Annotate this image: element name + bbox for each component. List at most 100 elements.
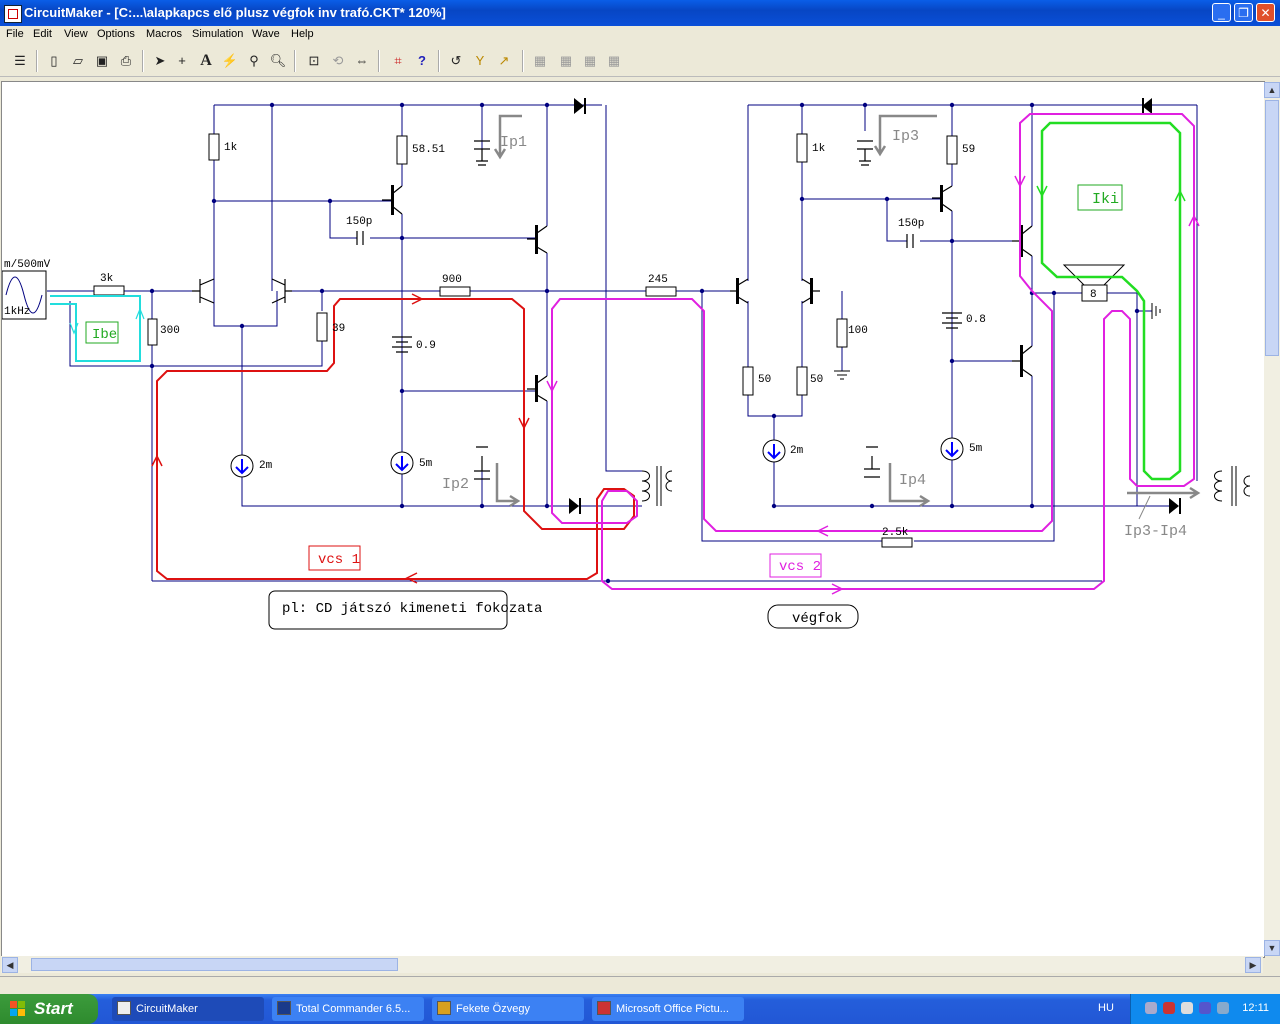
res-100-label: 100 <box>848 325 868 337</box>
reset-icon[interactable]: ↺ <box>446 51 466 71</box>
bat-08-label: 0.8 <box>966 314 986 326</box>
source-amplitude-label: m/500mV <box>4 259 51 271</box>
scroll-up-icon[interactable]: ▲ <box>1264 82 1280 98</box>
step-icon[interactable]: Y <box>470 51 490 71</box>
analysis-4-icon[interactable]: ▦ <box>604 51 624 71</box>
clock: 12:11 <box>1242 1002 1269 1014</box>
window-title: CircuitMaker - [C:...\alapkapcs elő plus… <box>24 5 446 20</box>
menu-help[interactable]: Help <box>291 28 314 40</box>
system-tray: 12:11 <box>1130 994 1280 1024</box>
scroll-left-icon[interactable]: ◀ <box>2 957 18 973</box>
arrow-tool-icon[interactable]: ➤ <box>150 51 170 71</box>
taskbar: Start CircuitMaker Total Commander 6.5..… <box>0 994 1280 1024</box>
save-icon[interactable]: ▣ <box>92 51 112 71</box>
ibe-label: Ibe <box>92 327 117 343</box>
annotations: Ibe Iki vcs 1 vcs 2 pl: CD játszó kimene… <box>85 184 1123 630</box>
zoom-fit-icon[interactable]: ⊡ <box>304 51 324 71</box>
ip3-label: Ip3 <box>892 128 919 145</box>
menu-macros[interactable]: Macros <box>146 28 182 40</box>
res-300-label: 300 <box>160 325 180 337</box>
picture-manager-icon <box>597 1001 611 1015</box>
title-bar: CircuitMaker - [C:...\alapkapcs elő plus… <box>0 0 1280 26</box>
current-sources <box>230 437 964 478</box>
menu-bar: File Edit View Options Macros Simulation… <box>0 26 1280 44</box>
rotate-icon[interactable]: ⟲ <box>328 51 348 71</box>
security-icon[interactable] <box>1163 1002 1175 1014</box>
open-folder-icon[interactable]: ▱ <box>68 51 88 71</box>
probe-labels: Ip1 Ip2 Ip3 Ip4 Ip3-Ip4 <box>442 128 1187 540</box>
new-file-icon[interactable]: ▯ <box>44 51 64 71</box>
run-icon[interactable]: ↗ <box>494 51 514 71</box>
speaker-label: 8 <box>1090 289 1097 301</box>
scroll-right-icon[interactable]: ▶ <box>1245 957 1261 973</box>
cap-150p-left-label: 150p <box>346 216 372 228</box>
resistors <box>93 133 958 548</box>
menu-edit[interactable]: Edit <box>33 28 52 40</box>
transistor-bars <box>391 185 1023 402</box>
app-icon[interactable] <box>4 5 22 23</box>
task-total-commander[interactable]: Total Commander 6.5... <box>272 997 424 1021</box>
batteries <box>392 312 962 353</box>
note-label: pl: CD játszó kimeneti fokozata <box>282 601 542 617</box>
iki-label: Iki <box>1092 191 1119 208</box>
wire-tool-icon[interactable]: + <box>172 51 192 71</box>
vegfok-label: végfok <box>792 611 842 627</box>
text-tool-icon[interactable]: A <box>196 51 216 71</box>
vertical-scroll-thumb[interactable] <box>1265 100 1279 356</box>
menu-wave[interactable]: Wave <box>252 28 280 40</box>
device-library-icon[interactable]: ☰ <box>10 51 30 71</box>
res-50b-label: 50 <box>810 374 823 386</box>
ip4-label: Ip4 <box>899 472 926 489</box>
circuitmaker-icon <box>117 1001 131 1015</box>
close-button[interactable]: ✕ <box>1256 3 1275 22</box>
analysis-2-icon[interactable]: ▦ <box>556 51 576 71</box>
menu-view[interactable]: View <box>64 28 88 40</box>
language-indicator[interactable]: HU <box>1098 1002 1114 1014</box>
toolbar-separator <box>522 50 524 72</box>
update-icon[interactable] <box>1217 1002 1229 1014</box>
network-icon[interactable] <box>1145 1002 1157 1014</box>
toolbar: ☰ ▯ ▱ ▣ ⎙ ➤ + A ⚡ ⚲ 🔍︎ ⊡ ⟲ ⇔ ⌗ ? ↺ Y ↗ ▦… <box>0 46 1280 77</box>
ip2-label: Ip2 <box>442 476 469 493</box>
res-245-label: 245 <box>648 274 668 286</box>
restore-button[interactable]: ❐ <box>1234 3 1253 22</box>
task-office-picture[interactable]: Microsoft Office Pictu... <box>592 997 744 1021</box>
mirror-icon[interactable]: ⇔ <box>352 51 372 71</box>
vertical-scrollbar[interactable]: ▲ ▼ <box>1264 82 1280 956</box>
schematic-canvas[interactable]: m/500mV 1kHz 3k 300 1k 58.51 150p 900 39… <box>1 81 1265 958</box>
probe-tool-icon[interactable]: ⚡ <box>220 51 240 71</box>
floppy-icon <box>277 1001 291 1015</box>
cap-150p-right-label: 150p <box>898 218 924 230</box>
horizontal-scrollbar[interactable]: ◀ ▶ <box>1 956 1263 973</box>
volume-icon[interactable] <box>1181 1002 1193 1014</box>
minimize-button[interactable]: _ <box>1212 3 1231 22</box>
vcs2-label: vcs 2 <box>779 559 821 575</box>
toolbar-separator <box>36 50 38 72</box>
ip3-ip4-label: Ip3-Ip4 <box>1124 523 1187 540</box>
menu-options[interactable]: Options <box>97 28 135 40</box>
task-circuitmaker[interactable]: CircuitMaker <box>112 997 264 1021</box>
start-button[interactable]: Start <box>0 994 98 1024</box>
component-labels: m/500mV 1kHz 3k 300 1k 58.51 150p 900 39… <box>4 142 1097 539</box>
pin-tool-icon[interactable]: ⚲ <box>244 51 264 71</box>
analysis-3-icon[interactable]: ▦ <box>580 51 600 71</box>
task-fekete-ozvegy[interactable]: Fekete Özvegy <box>432 997 584 1021</box>
res-39-label: 39 <box>332 323 345 335</box>
zoom-tool-icon[interactable]: 🔍︎ <box>268 51 288 71</box>
netlist-icon[interactable]: ⌗ <box>388 51 408 71</box>
horizontal-scroll-thumb[interactable] <box>31 958 398 971</box>
current-probes <box>493 114 1201 520</box>
source-frequency-label: 1kHz <box>4 306 30 318</box>
print-icon[interactable]: ⎙ <box>116 51 136 71</box>
help-icon[interactable]: ? <box>412 51 432 71</box>
toolbar-separator <box>378 50 380 72</box>
bluetooth-icon[interactable] <box>1199 1002 1211 1014</box>
iki-loop <box>1036 121 1186 481</box>
menu-simulation[interactable]: Simulation <box>192 28 243 40</box>
scroll-down-icon[interactable]: ▼ <box>1264 940 1280 956</box>
res-900-label: 900 <box>442 274 462 286</box>
analysis-1-icon[interactable]: ▦ <box>530 51 550 71</box>
windows-flag-icon <box>10 1001 25 1016</box>
menu-file[interactable]: File <box>6 28 24 40</box>
res-59-label: 59 <box>962 144 975 156</box>
